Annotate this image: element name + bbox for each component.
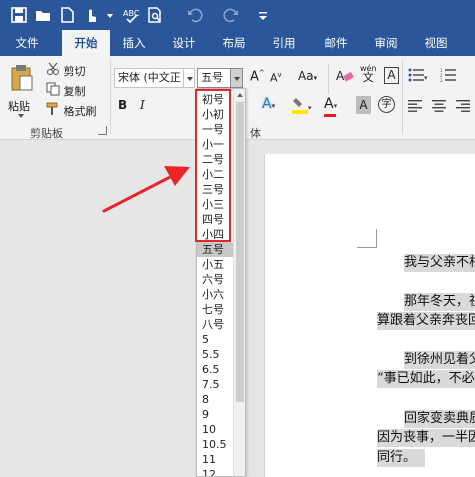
annotation-arrow-icon xyxy=(102,166,190,213)
